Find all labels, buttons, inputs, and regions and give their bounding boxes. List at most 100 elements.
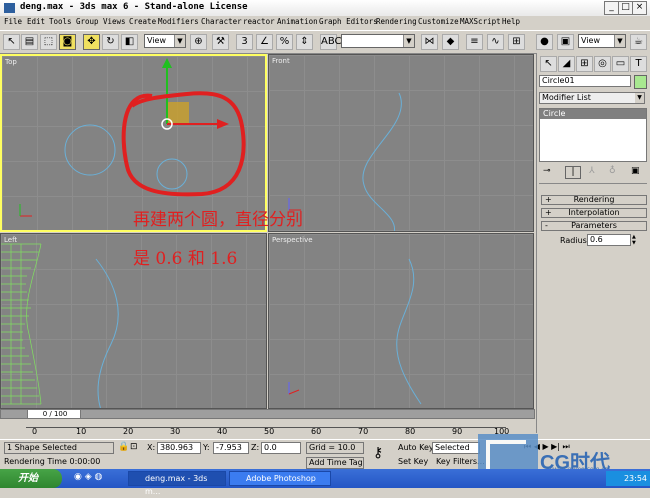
motion-tab-icon[interactable]: ◎ (594, 56, 611, 72)
set-key-icon[interactable]: ⚷ (373, 445, 383, 461)
x-coordinate-field[interactable]: 380.963 (157, 442, 201, 454)
quick-render-icon[interactable]: ☕ (630, 34, 647, 50)
spline-profile[interactable] (362, 92, 402, 232)
absolute-mode-icon[interactable]: ⊡ (130, 442, 138, 452)
viewport-front[interactable]: Front (268, 54, 534, 232)
task-photoshop[interactable]: Adobe Photoshop (229, 471, 331, 486)
y-coordinate-field[interactable]: -7.953 (213, 442, 249, 454)
select-move-icon[interactable]: ✥ (83, 34, 100, 50)
make-unique-icon[interactable]: ⅄ (589, 166, 595, 176)
show-end-result-icon[interactable]: | (565, 166, 581, 179)
rollout-interpolation[interactable]: + Interpolation (541, 208, 647, 218)
schematic-view-icon[interactable]: ⊞ (508, 34, 525, 50)
utilities-tab-icon[interactable]: T (630, 56, 647, 72)
lock-selection-icon[interactable]: 🔒 (118, 442, 129, 452)
menu-graph-editors[interactable]: Graph Editors (319, 17, 378, 26)
radius-spinner[interactable]: ▲ ▼ (632, 234, 639, 246)
rollout-parameters[interactable]: - Parameters (541, 221, 647, 231)
window-title: deng.max - 3ds max 6 - Stand-alone Licen… (20, 2, 248, 12)
perspective-scene (288, 258, 422, 405)
render-scene-icon[interactable]: ▣ (557, 34, 574, 50)
circle-shape[interactable] (64, 124, 116, 176)
select-by-name-icon[interactable]: ▤ (21, 34, 38, 50)
reference-coordinate-dropdown[interactable]: View ▼ (144, 34, 186, 48)
maximize-button[interactable]: □ (618, 1, 633, 15)
material-editor-icon[interactable]: ● (536, 34, 553, 50)
viewport-perspective[interactable]: Perspective (268, 233, 534, 409)
radius-field[interactable]: 0.6 (587, 234, 631, 246)
tick-label: 80 (405, 427, 416, 436)
modifier-stack[interactable]: Circle (539, 108, 647, 162)
percent-snap-icon[interactable]: % (276, 34, 293, 50)
menu-group[interactable]: Group (76, 17, 99, 26)
tick-label: 50 (264, 427, 275, 436)
tick-label: 0 (32, 427, 38, 436)
named-selection-icon[interactable]: ABC (320, 34, 342, 50)
spline-profile[interactable] (396, 258, 422, 405)
menu-file[interactable]: File (4, 17, 22, 26)
z-coordinate-field[interactable]: 0.0 (261, 442, 301, 454)
create-tab-icon[interactable]: ↖ (540, 56, 557, 72)
watermark-logo (478, 434, 538, 476)
menu-tools[interactable]: Tools (49, 17, 72, 26)
curve-editor-icon[interactable]: ∿ (487, 34, 504, 50)
auto-key-button[interactable]: Auto Key (398, 443, 434, 452)
named-selection-dropdown[interactable]: ▼ (341, 34, 415, 48)
stack-item-circle[interactable]: Circle (540, 109, 646, 119)
menu-reactor[interactable]: reactor (243, 17, 275, 26)
select-link-icon[interactable]: ↖ (3, 34, 20, 50)
wireframe-object[interactable] (1, 243, 42, 405)
render-type-dropdown[interactable]: View ▼ (578, 34, 626, 48)
layer-manager-icon[interactable]: ≡ (466, 34, 483, 50)
display-tab-icon[interactable]: ▭ (612, 56, 629, 72)
menu-character[interactable]: Character (201, 17, 242, 26)
configure-sets-icon[interactable]: ▣ (631, 166, 640, 176)
tutorial-annotation: 再建两个圆，直径分别 是 0.6 和 1.6 (133, 201, 303, 279)
prompt-line: Rendering Time 0:00:00 (4, 457, 101, 466)
time-slider-thumb[interactable]: 0 / 100 (27, 409, 81, 419)
angle-snap-icon[interactable]: ∠ (256, 34, 273, 50)
hierarchy-tab-icon[interactable]: ⊞ (576, 56, 593, 72)
mirror-icon[interactable]: ⋈ (421, 34, 438, 50)
select-scale-icon[interactable]: ◧ (121, 34, 138, 50)
tick-label: 60 (311, 427, 322, 436)
start-button[interactable]: 开始 (0, 469, 62, 488)
quick-launch-icons[interactable]: ◉ ◈ ◍ (74, 472, 114, 485)
align-icon[interactable]: ◆ (442, 34, 459, 50)
close-button[interactable]: × (632, 1, 647, 15)
pivot-center-icon[interactable]: ⊕ (190, 34, 207, 50)
menu-help[interactable]: Help (502, 17, 520, 26)
menu-customize[interactable]: Customize (418, 17, 459, 26)
key-selection-dropdown[interactable]: Selected (432, 442, 480, 454)
set-key-button[interactable]: Set Key (398, 457, 428, 466)
circle-shape[interactable] (156, 158, 188, 190)
minimize-button[interactable]: _ (604, 1, 619, 15)
rollout-rendering[interactable]: + Rendering (541, 195, 647, 205)
select-manipulate-icon[interactable]: ⚒ (212, 34, 229, 50)
modify-tab-icon[interactable]: ◢ (558, 56, 575, 72)
menu-views[interactable]: Views (103, 17, 126, 26)
object-name-field[interactable]: Circle01 (539, 75, 631, 87)
menu-edit[interactable]: Edit (27, 17, 45, 26)
tick-label: 10 (76, 427, 87, 436)
spline-profile[interactable] (95, 258, 119, 409)
menu-rendering[interactable]: Rendering (376, 17, 417, 26)
object-color-swatch[interactable] (634, 75, 647, 89)
menu-create[interactable]: Create (129, 17, 156, 26)
modifier-list-dropdown[interactable]: Modifier List ▼ (539, 92, 645, 104)
remove-modifier-icon[interactable]: ♁ (609, 166, 616, 176)
command-panel-tabs: ↖ ◢ ⊞ ◎ ▭ T (540, 56, 648, 72)
add-time-tag-button[interactable]: Add Time Tag (306, 457, 364, 469)
select-object-icon[interactable]: ⬚ (40, 34, 57, 50)
snap-toggle-icon[interactable]: 3 (236, 34, 253, 50)
task-3dsmax[interactable]: deng.max - 3ds m... (128, 471, 226, 496)
menu-animation[interactable]: Animation (277, 17, 318, 26)
spinner-snap-icon[interactable]: ⇕ (296, 34, 313, 50)
select-rotate-icon[interactable]: ↻ (102, 34, 119, 50)
time-slider-track[interactable]: 0 / 100 (0, 409, 535, 419)
select-region-icon[interactable]: ◙ (59, 34, 76, 50)
tick-label: 20 (123, 427, 134, 436)
menu-modifiers[interactable]: Modifiers (158, 17, 199, 26)
pin-stack-icon[interactable]: ⊸ (543, 166, 551, 176)
menu-maxscript[interactable]: MAXScript (460, 17, 501, 26)
